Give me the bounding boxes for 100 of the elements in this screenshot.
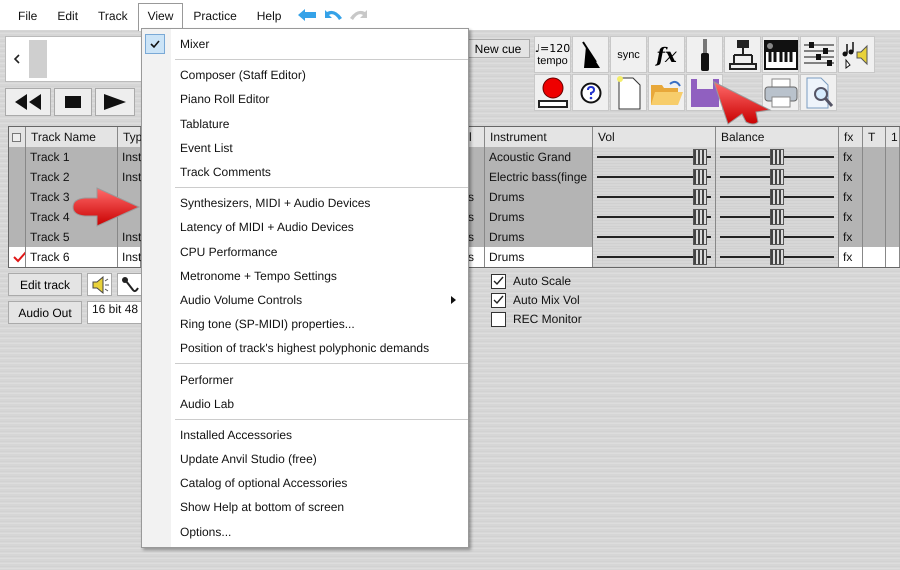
help-button[interactable]: [572, 74, 609, 111]
rewind-button[interactable]: [5, 88, 51, 116]
menu-entry[interactable]: Audio Lab: [142, 392, 468, 416]
submenu-arrow-icon: [451, 296, 456, 304]
slider-thumb[interactable]: [770, 209, 784, 225]
slider-thumb[interactable]: [770, 169, 784, 185]
track-name: Track 1: [30, 150, 70, 164]
column-header[interactable]: T: [868, 130, 876, 144]
slider-thumb[interactable]: [692, 149, 707, 165]
menu-entry[interactable]: Piano Roll Editor: [142, 87, 468, 112]
microphone-icon: [120, 276, 138, 294]
back-arrow-icon[interactable]: [297, 8, 318, 22]
print-preview-button[interactable]: [800, 74, 837, 111]
instrument-name: Drums: [489, 210, 524, 224]
menu-entry[interactable]: Show Help at bottom of screen: [142, 495, 468, 520]
column-header[interactable]: l: [469, 130, 472, 144]
instrument-name: Electric bass(finge: [489, 170, 588, 184]
menu-item[interactable]: Practice: [183, 2, 247, 28]
menu-item[interactable]: Help: [246, 2, 292, 28]
stop-icon: [65, 96, 81, 108]
menu-entry[interactable]: Position of track's highest polyphonic demands: [142, 336, 468, 360]
menu-entry[interactable]: CPU Performance: [142, 240, 468, 264]
audio-jack-icon: [698, 38, 710, 70]
column-header[interactable]: Track Name: [31, 130, 96, 144]
column-header[interactable]: Instrument: [490, 130, 547, 144]
printer-button[interactable]: [762, 74, 799, 111]
speaker-button[interactable]: [87, 273, 112, 296]
menu-entry[interactable]: Catalog of optional Accessories: [142, 471, 468, 496]
menu-entry[interactable]: Track Comments: [142, 160, 468, 184]
instrument-name: Drums: [489, 190, 524, 204]
checkbox[interactable]: [491, 292, 506, 308]
scroll-thumb[interactable]: [29, 40, 47, 78]
slider-thumb[interactable]: [692, 249, 707, 265]
synthesizer-button[interactable]: [762, 36, 799, 73]
column-header[interactable]: Vol: [598, 130, 615, 144]
menu-entry[interactable]: Synthesizers, MIDI + Audio Devices: [142, 191, 468, 216]
document-icon: [616, 76, 642, 110]
checkbox[interactable]: [491, 274, 506, 288]
slider-thumb[interactable]: [770, 249, 784, 265]
save-button[interactable]: [686, 74, 723, 111]
menu-entry[interactable]: Mixer: [142, 32, 468, 56]
audio-jack-button[interactable]: [686, 36, 723, 73]
mixer-button[interactable]: [800, 36, 837, 73]
menu-entry[interactable]: Options...: [142, 520, 468, 544]
track-type: Inst: [122, 170, 142, 184]
slider-thumb[interactable]: [692, 209, 707, 225]
audio-out-button[interactable]: Audio Out: [8, 301, 82, 324]
slider-thumb[interactable]: [692, 169, 707, 185]
select-all-checkbox[interactable]: [12, 132, 21, 142]
slider-thumb[interactable]: [770, 189, 784, 205]
menu-item[interactable]: File: [8, 2, 48, 28]
instrument-name: Drums: [489, 230, 524, 244]
menu-entry[interactable]: Latency of MIDI + Audio Devices: [142, 215, 468, 240]
play-button[interactable]: [95, 88, 135, 116]
rewind-icon: [13, 93, 43, 111]
menu-entry[interactable]: Metronome + Tempo Settings: [142, 264, 468, 288]
tempo-button[interactable]: ♩=120 tempo: [534, 36, 571, 73]
effects-button[interactable]: fx: [648, 36, 685, 73]
menu-item[interactable]: Track: [88, 2, 138, 28]
notes-speaker-button[interactable]: [838, 36, 875, 73]
fx-link[interactable]: fx: [843, 250, 852, 264]
slider-thumb[interactable]: [692, 229, 707, 245]
stop-button[interactable]: [54, 88, 92, 116]
column-header[interactable]: 1: [891, 130, 898, 144]
checkbox[interactable]: [491, 312, 506, 326]
menu-entry[interactable]: Composer (Staff Editor): [142, 63, 468, 88]
fx-link[interactable]: fx: [843, 210, 852, 224]
microphone-button[interactable]: [117, 273, 142, 296]
scroll-left-icon[interactable]: [13, 54, 21, 64]
fx-link[interactable]: fx: [843, 150, 852, 164]
menu-entry[interactable]: Event List: [142, 136, 468, 160]
midi-device-button[interactable]: [724, 36, 761, 73]
metronome-button[interactable]: [572, 36, 609, 73]
speaker-icon: [90, 276, 108, 294]
fx-link[interactable]: fx: [843, 170, 852, 184]
track-name: Track 2: [30, 170, 70, 184]
slider-thumb[interactable]: [692, 189, 707, 205]
menu-item[interactable]: Edit: [47, 2, 88, 28]
record-button[interactable]: [534, 74, 571, 111]
menu-entry[interactable]: Installed Accessories: [142, 422, 468, 447]
slider-thumb[interactable]: [770, 229, 784, 245]
fx-link[interactable]: fx: [843, 190, 852, 204]
keyboard-connection-icon: [728, 38, 758, 70]
menu-entry[interactable]: Update Anvil Studio (free): [142, 447, 468, 472]
track-type: Inst: [122, 250, 142, 264]
edit-track-button[interactable]: Edit track: [8, 273, 82, 296]
menu-entry[interactable]: Tablature: [142, 112, 468, 136]
undo-icon[interactable]: [323, 8, 344, 22]
track-type: Inst: [122, 150, 142, 164]
instrument-name: Acoustic Grand: [489, 150, 572, 164]
new-cue-button[interactable]: New cue: [466, 39, 530, 58]
sync-button[interactable]: sync: [610, 36, 647, 73]
checkbox-label: Auto Mix Vol: [513, 293, 580, 307]
new-document-button[interactable]: [610, 74, 647, 111]
column-header[interactable]: Balance: [721, 130, 764, 144]
menu-item[interactable]: View: [138, 3, 184, 31]
slider-thumb[interactable]: [770, 149, 784, 165]
menu-entry[interactable]: Performer: [142, 367, 468, 392]
column-header[interactable]: fx: [844, 130, 854, 144]
fx-link[interactable]: fx: [843, 230, 852, 244]
